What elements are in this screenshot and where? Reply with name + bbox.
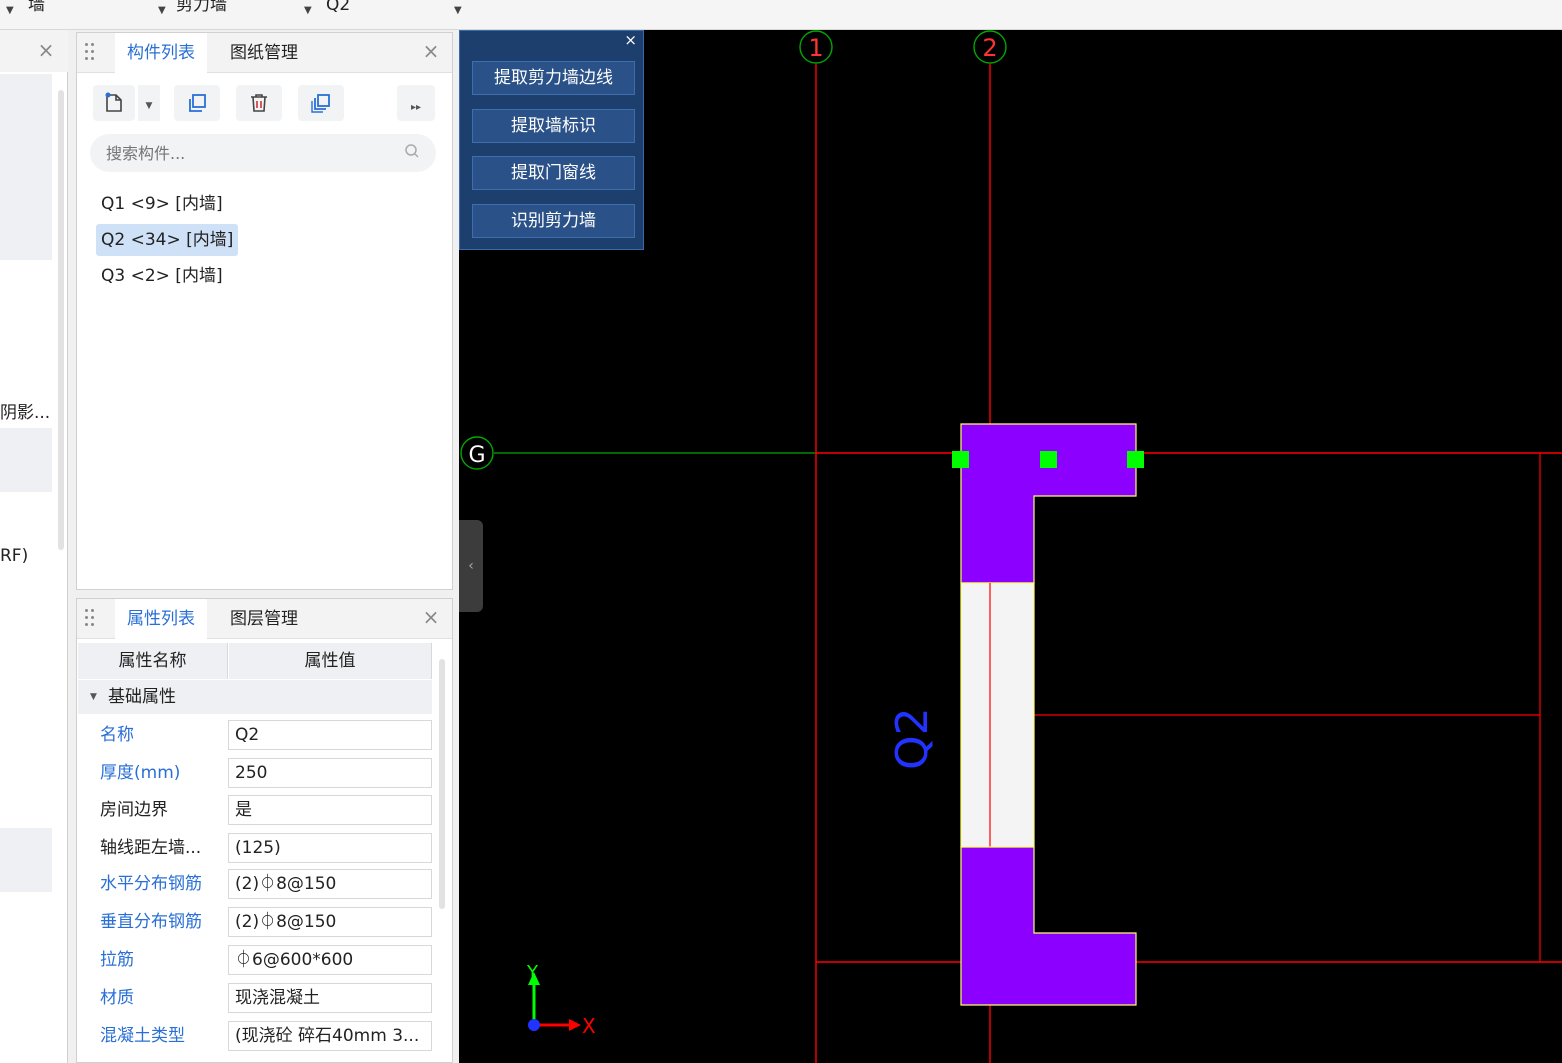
close-icon[interactable]: × bbox=[34, 38, 58, 62]
group-label: 基础属性 bbox=[108, 687, 176, 707]
new-file-icon bbox=[105, 92, 122, 112]
property-name: 混凝土类型 bbox=[100, 1026, 185, 1046]
property-value[interactable]: ⏀6@600*600 bbox=[228, 945, 432, 975]
layer-copy-icon bbox=[311, 94, 330, 113]
drag-handle-icon[interactable] bbox=[85, 609, 97, 629]
chevron-left-icon: ‹ bbox=[468, 558, 474, 574]
property-value[interactable]: 250 bbox=[228, 758, 432, 788]
property-value[interactable]: (125) bbox=[228, 833, 432, 863]
column-header-name: 属性名称 bbox=[78, 643, 228, 679]
component-select[interactable]: Q2 ▼ bbox=[326, 0, 468, 28]
select-value: Q2 bbox=[326, 0, 351, 15]
chevron-down-icon: ▼ bbox=[90, 692, 97, 702]
new-dropdown-button[interactable]: ▼ bbox=[138, 85, 160, 121]
trash-icon bbox=[251, 94, 267, 112]
ucs-y-label: Y bbox=[526, 962, 539, 983]
delete-component-button[interactable] bbox=[236, 85, 282, 121]
grip-handle[interactable] bbox=[1040, 451, 1057, 468]
nav-item[interactable] bbox=[0, 828, 52, 892]
select-value: 墙 bbox=[28, 0, 45, 15]
scrollbar[interactable] bbox=[58, 90, 64, 550]
property-value[interactable]: (2)⏀8@150 bbox=[228, 869, 432, 899]
scrollbar[interactable] bbox=[439, 659, 445, 909]
property-name: 材质 bbox=[100, 988, 134, 1008]
ucs-x-arrow bbox=[569, 1019, 581, 1031]
identify-shear-wall-button[interactable]: 识别剪力墙 bbox=[472, 204, 635, 238]
chevron-down-icon: ▼ bbox=[158, 5, 166, 16]
search-input[interactable] bbox=[106, 140, 396, 166]
recognition-command-panel: × 提取剪力墙边线 提取墙标识 提取门窗线 识别剪力墙 bbox=[459, 30, 644, 250]
extract-door-window-lines-button[interactable]: 提取门窗线 bbox=[472, 156, 635, 190]
copy-icon bbox=[189, 94, 206, 112]
panel-header: 构件列表 图纸管理 × bbox=[77, 33, 452, 73]
top-toolbar: ▼ 墙 ▼ 剪力墙 ▼ Q2 ▼ bbox=[0, 0, 1562, 30]
grip-handle[interactable] bbox=[1127, 451, 1144, 468]
tab-property-list[interactable]: 属性列表 bbox=[115, 599, 207, 639]
extract-shear-wall-edges-button[interactable]: 提取剪力墙边线 bbox=[472, 61, 635, 95]
list-item-selected[interactable]: Q2 <34> [内墙] bbox=[96, 224, 239, 256]
grip-handle[interactable] bbox=[952, 451, 969, 468]
tab-drawing-management[interactable]: 图纸管理 bbox=[218, 33, 310, 73]
axis-label-2: 2 bbox=[982, 34, 997, 62]
new-component-button[interactable] bbox=[93, 85, 135, 121]
nav-item[interactable] bbox=[0, 74, 52, 260]
wall-label: Q2 bbox=[887, 707, 938, 770]
wall-middle[interactable] bbox=[960, 582, 1035, 848]
property-name: 拉筋 bbox=[100, 950, 134, 970]
collapse-panel-button[interactable]: ‹ bbox=[459, 520, 483, 612]
layer-copy-button[interactable] bbox=[298, 85, 344, 121]
list-item[interactable]: Q1 <9> [内墙] bbox=[96, 188, 228, 220]
property-name: 轴线距左墙... bbox=[100, 838, 202, 858]
chevron-down-icon: ▼ bbox=[454, 5, 462, 16]
nav-item-label: RF) bbox=[0, 546, 29, 566]
search-box bbox=[90, 134, 436, 172]
ucs-x-label: X bbox=[582, 1014, 596, 1038]
property-value[interactable]: (现浇砼 碎石40mm 3... bbox=[228, 1021, 432, 1051]
panel-header: 属性列表 图层管理 × bbox=[77, 599, 452, 639]
chevron-down-icon: ▼ bbox=[304, 5, 312, 16]
close-icon[interactable]: × bbox=[419, 39, 443, 63]
axis-label-1: 1 bbox=[808, 34, 823, 62]
double-chevron-right-icon: ▸▸ bbox=[410, 102, 422, 113]
tab-component-list[interactable]: 构件列表 bbox=[115, 33, 207, 73]
search-icon[interactable] bbox=[404, 143, 420, 163]
property-name: 垂直分布钢筋 bbox=[100, 912, 202, 932]
list-item[interactable]: Q3 <2> [内墙] bbox=[96, 260, 228, 292]
nav-item[interactable] bbox=[0, 428, 52, 492]
component-type-select[interactable]: 剪力墙 ▼ bbox=[176, 0, 316, 28]
navigation-panel: × 阴影... RF) bbox=[0, 30, 68, 1063]
select-value: 剪力墙 bbox=[176, 0, 227, 15]
wall-top[interactable] bbox=[960, 423, 1137, 584]
nav-item-label: 阴影... bbox=[0, 403, 51, 423]
property-value[interactable]: 是 bbox=[228, 795, 432, 825]
chevron-down-icon: ▼ bbox=[6, 5, 14, 16]
wall-bottom[interactable] bbox=[960, 846, 1137, 1006]
property-name: 房间边界 bbox=[100, 800, 168, 820]
drag-handle-icon[interactable] bbox=[85, 43, 97, 63]
tab-layer-management[interactable]: 图层管理 bbox=[218, 599, 310, 639]
chevron-down-icon: ▼ bbox=[145, 101, 153, 111]
property-group-basic[interactable]: ▼ 基础属性 bbox=[78, 680, 432, 714]
close-icon[interactable]: × bbox=[419, 605, 443, 629]
axis-label-g: G bbox=[468, 443, 485, 468]
property-value[interactable]: (2)⏀8@150 bbox=[228, 907, 432, 937]
ucs-origin bbox=[528, 1019, 540, 1031]
copy-component-button[interactable] bbox=[174, 85, 220, 121]
column-header-value: 属性值 bbox=[229, 643, 432, 679]
extract-wall-labels-button[interactable]: 提取墙标识 bbox=[472, 109, 635, 143]
floor-type-select[interactable]: ▼ 墙 ▼ bbox=[6, 0, 166, 28]
property-name: 厚度(mm) bbox=[100, 763, 181, 783]
property-value[interactable]: Q2 bbox=[228, 720, 432, 750]
close-icon[interactable]: × bbox=[624, 31, 637, 49]
more-tools-button[interactable]: ▸▸ bbox=[397, 85, 435, 121]
property-name: 水平分布钢筋 bbox=[100, 874, 202, 894]
property-name: 名称 bbox=[100, 725, 134, 745]
property-value[interactable]: 现浇混凝土 bbox=[228, 983, 432, 1013]
